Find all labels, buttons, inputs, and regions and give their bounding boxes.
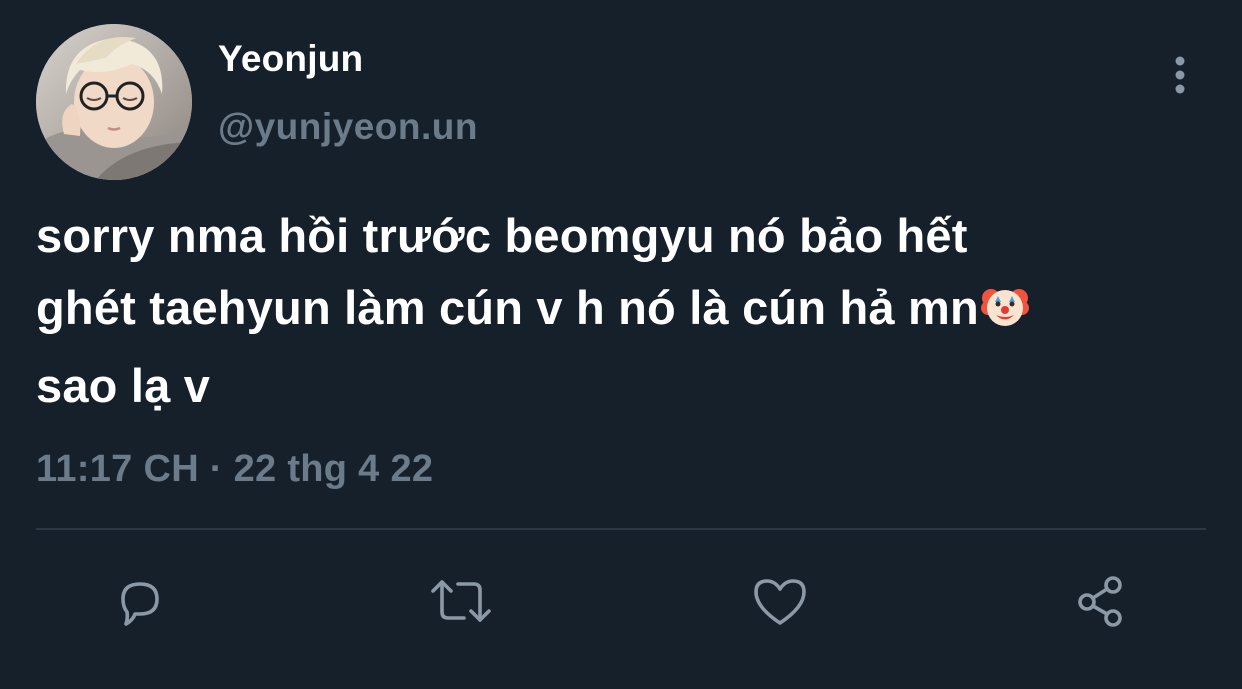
display-name[interactable]: Yeonjun (218, 38, 363, 80)
reply-icon (121, 582, 159, 626)
tweet-timestamp[interactable]: 11:17 CH · 22 thg 4 22 (36, 448, 433, 491)
share-button[interactable] (1064, 565, 1136, 637)
reply-button[interactable] (104, 565, 176, 637)
tweet-text-line: sao lạ v (36, 359, 211, 412)
like-button[interactable] (744, 565, 816, 637)
heart-icon (754, 579, 806, 625)
tweet-text: sorry nma hồi trước beomgyu nó bảo hết g… (36, 200, 1216, 422)
action-bar (0, 565, 1242, 637)
share-icon (1078, 576, 1122, 627)
retweet-button[interactable] (425, 565, 497, 637)
more-vertical-icon (1175, 56, 1185, 94)
handle[interactable]: @yunjyeon.un (218, 106, 478, 148)
divider (36, 528, 1206, 530)
tweet: Yeonjun @yunjyeon.un sorry nma hồi trước… (0, 0, 1242, 689)
tweet-text-line: ghét taehyun làm cún v h nó là cún hả mn (36, 281, 979, 334)
clown-face-icon (980, 278, 1029, 350)
avatar-image (36, 24, 192, 180)
tweet-text-line: sorry nma hồi trước beomgyu nó bảo hết (36, 209, 968, 262)
more-options-button[interactable] (1160, 52, 1200, 98)
retweet-icon (431, 580, 491, 622)
tweet-text-line-with-emoji: ghét taehyun làm cún v h nó là cún hả mn (36, 272, 1216, 350)
avatar[interactable] (36, 24, 192, 180)
